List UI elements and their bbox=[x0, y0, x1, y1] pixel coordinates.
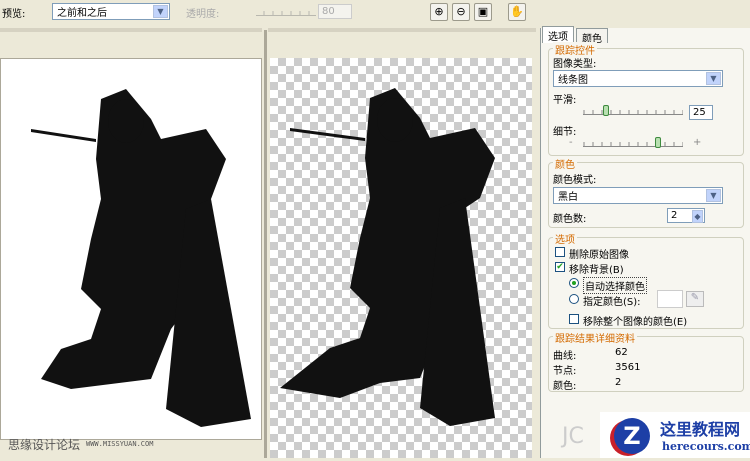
opacity-value: 80 bbox=[318, 4, 352, 19]
image-type-select[interactable]: 线条图 ▼ bbox=[553, 70, 723, 87]
color-mode-value: 黑白 bbox=[558, 192, 578, 203]
detail-slider[interactable] bbox=[583, 139, 683, 147]
group-title: 跟踪结果详细资料 bbox=[553, 330, 637, 345]
watermark-cn: 思缘设计论坛 bbox=[8, 438, 81, 452]
logo-url: herecours.com bbox=[662, 440, 750, 453]
detail-slider-thumb[interactable] bbox=[655, 137, 661, 148]
tab-color[interactable]: 颜色 bbox=[576, 28, 608, 45]
preview-mode-value: 之前和之后 bbox=[57, 8, 107, 19]
chevron-down-icon: ▼ bbox=[706, 72, 721, 85]
toolbar: 预览: 之前和之后 ▼ 透明度: 80 ⊕ ⊖ ▣ ✋ bbox=[0, 0, 540, 24]
smooth-slider-thumb[interactable] bbox=[603, 105, 609, 116]
auto-color-label: 自动选择颜色 bbox=[583, 277, 647, 294]
trace-controls-group: 跟踪控件 图像类型: 线条图 ▼ 平滑: 25 细节: - + bbox=[548, 42, 744, 156]
options-group: 选项 删除原始图像 ✔ 移除背景(B) 自动选择颜色 指定颜色(S): ✎ 移除… bbox=[548, 231, 744, 329]
color-count-spinner[interactable]: 2 ◆ bbox=[667, 208, 705, 223]
zoom-fit-icon[interactable]: ▣ bbox=[474, 3, 492, 21]
remove-bg-label: 移除背景(B) bbox=[569, 265, 624, 276]
chevron-down-icon: ▼ bbox=[706, 189, 721, 202]
color-count-value: 2 bbox=[671, 210, 678, 221]
logo-z-icon: Z bbox=[614, 418, 650, 454]
detail-label: 细节: bbox=[553, 127, 577, 138]
eyedropper-icon[interactable]: ✎ bbox=[686, 291, 704, 307]
spinner-arrows-icon[interactable]: ◆ bbox=[692, 210, 703, 223]
specify-color-label: 指定颜色(S): bbox=[583, 297, 641, 308]
divider bbox=[0, 28, 262, 32]
group-title: 选项 bbox=[553, 231, 577, 246]
curves-value: 62 bbox=[615, 347, 628, 358]
remove-whole-label: 移除整个图像的颜色(E) bbox=[583, 317, 688, 328]
preview-label: 预览: bbox=[2, 9, 26, 20]
remove-whole-checkbox[interactable] bbox=[569, 314, 579, 324]
smooth-slider[interactable] bbox=[583, 107, 683, 115]
delete-original-label: 删除原始图像 bbox=[569, 250, 629, 261]
image-type-label: 图像类型: bbox=[553, 59, 597, 70]
splitter[interactable] bbox=[264, 30, 267, 458]
nodes-label: 节点: bbox=[553, 366, 577, 377]
color-mode-select[interactable]: 黑白 ▼ bbox=[553, 187, 723, 204]
color-group: 颜色 颜色模式: 黑白 ▼ 颜色数: 2 ◆ bbox=[548, 156, 744, 228]
original-image bbox=[31, 89, 251, 427]
curves-label: 曲线: bbox=[553, 351, 577, 362]
zoom-out-icon[interactable]: ⊖ bbox=[452, 3, 470, 21]
group-title: 颜色 bbox=[553, 156, 577, 171]
smooth-label: 平滑: bbox=[553, 95, 577, 106]
zoom-in-icon[interactable]: ⊕ bbox=[430, 3, 448, 21]
colors-value: 2 bbox=[615, 377, 622, 388]
tab-options[interactable]: 选项 bbox=[542, 26, 574, 43]
detail-minus: - bbox=[569, 137, 573, 148]
opacity-label: 透明度: bbox=[186, 9, 220, 20]
remove-bg-checkbox[interactable]: ✔ bbox=[555, 262, 565, 272]
watermark-jc: JC bbox=[562, 424, 584, 449]
traced-image bbox=[280, 88, 495, 426]
opacity-slider[interactable] bbox=[256, 8, 316, 16]
auto-color-radio[interactable] bbox=[569, 278, 579, 288]
color-count-label: 颜色数: bbox=[553, 214, 587, 225]
detail-plus: + bbox=[693, 137, 702, 148]
logo-text: 这里教程网 bbox=[660, 420, 741, 439]
details-group: 跟踪结果详细资料 曲线: 62 节点: 3561 颜色: 2 bbox=[548, 330, 744, 392]
preview-mode-select[interactable]: 之前和之后 ▼ bbox=[52, 3, 170, 20]
delete-original-checkbox[interactable] bbox=[555, 247, 565, 257]
divider bbox=[268, 28, 536, 32]
pan-hand-icon[interactable]: ✋ bbox=[508, 3, 526, 21]
smooth-value-input[interactable]: 25 bbox=[689, 105, 713, 120]
site-logo: Z 这里教程网 herecours.com bbox=[600, 412, 750, 458]
chevron-down-icon: ▼ bbox=[153, 5, 168, 18]
colors-label: 颜色: bbox=[553, 381, 577, 392]
after-preview bbox=[270, 58, 532, 458]
watermark-url: WWW.MISSYUAN.COM bbox=[86, 440, 154, 448]
image-type-value: 线条图 bbox=[558, 75, 588, 86]
nodes-value: 3561 bbox=[615, 362, 641, 373]
before-preview bbox=[0, 58, 262, 440]
color-mode-label: 颜色模式: bbox=[553, 175, 597, 186]
specify-color-radio[interactable] bbox=[569, 294, 579, 304]
color-swatch[interactable] bbox=[657, 290, 683, 308]
